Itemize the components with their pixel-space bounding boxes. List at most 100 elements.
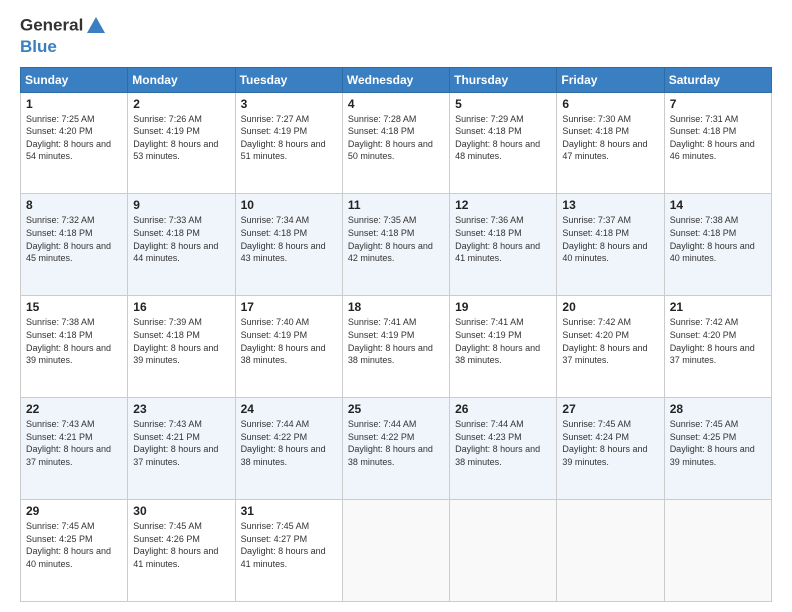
calendar-week-4: 22 Sunrise: 7:43 AMSunset: 4:21 PMDayligh… — [21, 398, 772, 500]
calendar-cell: 22 Sunrise: 7:43 AMSunset: 4:21 PMDayligh… — [21, 398, 128, 500]
logo-blue: Blue — [20, 37, 109, 57]
day-number: 24 — [241, 402, 337, 416]
day-info: Sunrise: 7:33 AMSunset: 4:18 PMDaylight:… — [133, 215, 218, 263]
calendar-header-row: SundayMondayTuesdayWednesdayThursdayFrid… — [21, 67, 772, 92]
calendar-cell — [342, 500, 449, 602]
calendar-cell: 4Sunrise: 7:28 AMSunset: 4:18 PMDaylight… — [342, 92, 449, 194]
day-info: Sunrise: 7:45 AMSunset: 4:27 PMDaylight:… — [241, 521, 326, 569]
day-info: Sunrise: 7:30 AMSunset: 4:18 PMDaylight:… — [562, 114, 647, 162]
day-info: Sunrise: 7:44 AMSunset: 4:23 PMDaylight:… — [455, 419, 540, 467]
day-info: Sunrise: 7:42 AMSunset: 4:20 PMDaylight:… — [670, 317, 755, 365]
day-number: 1 — [26, 97, 122, 111]
calendar-cell: 5Sunrise: 7:29 AMSunset: 4:18 PMDaylight… — [450, 92, 557, 194]
day-number: 9 — [133, 198, 229, 212]
day-info: Sunrise: 7:44 AMSunset: 4:22 PMDaylight:… — [241, 419, 326, 467]
day-number: 27 — [562, 402, 658, 416]
calendar-cell: 28Sunrise: 7:45 AMSunset: 4:25 PMDayligh… — [664, 398, 771, 500]
day-info: Sunrise: 7:43 AMSunset: 4:21 PMDaylight:… — [26, 419, 111, 467]
day-number: 12 — [455, 198, 551, 212]
calendar-cell: 31 Sunrise: 7:45 AMSunset: 4:27 PMDayligh… — [235, 500, 342, 602]
day-number: 26 — [455, 402, 551, 416]
day-number: 2 — [133, 97, 229, 111]
day-number: 19 — [455, 300, 551, 314]
calendar-cell: 25 Sunrise: 7:44 AMSunset: 4:22 PMDayligh… — [342, 398, 449, 500]
calendar-week-5: 29Sunrise: 7:45 AMSunset: 4:25 PMDayligh… — [21, 500, 772, 602]
day-info: Sunrise: 7:40 AMSunset: 4:19 PMDaylight:… — [241, 317, 326, 365]
calendar: SundayMondayTuesdayWednesdayThursdayFrid… — [20, 67, 772, 602]
day-number: 20 — [562, 300, 658, 314]
day-info: Sunrise: 7:43 AMSunset: 4:21 PMDaylight:… — [133, 419, 218, 467]
calendar-cell: 11 Sunrise: 7:35 AMSunset: 4:18 PMDayligh… — [342, 194, 449, 296]
day-number: 30 — [133, 504, 229, 518]
calendar-cell: 16 Sunrise: 7:39 AMSunset: 4:18 PMDayligh… — [128, 296, 235, 398]
day-number: 10 — [241, 198, 337, 212]
calendar-cell — [450, 500, 557, 602]
calendar-cell: 18Sunrise: 7:41 AMSunset: 4:19 PMDayligh… — [342, 296, 449, 398]
day-info: Sunrise: 7:44 AMSunset: 4:22 PMDaylight:… — [348, 419, 433, 467]
calendar-cell: 3Sunrise: 7:27 AMSunset: 4:19 PMDaylight… — [235, 92, 342, 194]
calendar-cell: 2 Sunrise: 7:26 AMSunset: 4:19 PMDaylight… — [128, 92, 235, 194]
calendar-cell: 21Sunrise: 7:42 AMSunset: 4:20 PMDayligh… — [664, 296, 771, 398]
page: General Blue SundayMondayTuesdayWednesda… — [0, 0, 792, 612]
day-info: Sunrise: 7:45 AMSunset: 4:24 PMDaylight:… — [562, 419, 647, 467]
calendar-week-2: 8 Sunrise: 7:32 AMSunset: 4:18 PMDaylight… — [21, 194, 772, 296]
logo-icon — [85, 15, 107, 37]
calendar-cell: 19Sunrise: 7:41 AMSunset: 4:19 PMDayligh… — [450, 296, 557, 398]
day-info: Sunrise: 7:37 AMSunset: 4:18 PMDaylight:… — [562, 215, 647, 263]
day-number: 23 — [133, 402, 229, 416]
calendar-cell: 6 Sunrise: 7:30 AMSunset: 4:18 PMDaylight… — [557, 92, 664, 194]
day-number: 6 — [562, 97, 658, 111]
calendar-cell: 14 Sunrise: 7:38 AMSunset: 4:18 PMDayligh… — [664, 194, 771, 296]
calendar-cell: 29Sunrise: 7:45 AMSunset: 4:25 PMDayligh… — [21, 500, 128, 602]
day-number: 15 — [26, 300, 122, 314]
day-info: Sunrise: 7:32 AMSunset: 4:18 PMDaylight:… — [26, 215, 111, 263]
day-info: Sunrise: 7:29 AMSunset: 4:18 PMDaylight:… — [455, 114, 540, 162]
day-number: 18 — [348, 300, 444, 314]
calendar-header-monday: Monday — [128, 67, 235, 92]
day-number: 22 — [26, 402, 122, 416]
calendar-cell: 8 Sunrise: 7:32 AMSunset: 4:18 PMDaylight… — [21, 194, 128, 296]
day-info: Sunrise: 7:38 AMSunset: 4:18 PMDaylight:… — [26, 317, 111, 365]
day-info: Sunrise: 7:38 AMSunset: 4:18 PMDaylight:… — [670, 215, 755, 263]
day-number: 28 — [670, 402, 766, 416]
calendar-cell: 7Sunrise: 7:31 AMSunset: 4:18 PMDaylight… — [664, 92, 771, 194]
calendar-week-1: 1 Sunrise: 7:25 AMSunset: 4:20 PMDaylight… — [21, 92, 772, 194]
day-number: 13 — [562, 198, 658, 212]
calendar-cell: 10 Sunrise: 7:34 AMSunset: 4:18 PMDayligh… — [235, 194, 342, 296]
calendar-cell — [664, 500, 771, 602]
calendar-header-sunday: Sunday — [21, 67, 128, 92]
day-info: Sunrise: 7:45 AMSunset: 4:26 PMDaylight:… — [133, 521, 218, 569]
day-info: Sunrise: 7:28 AMSunset: 4:18 PMDaylight:… — [348, 114, 433, 162]
day-info: Sunrise: 7:35 AMSunset: 4:18 PMDaylight:… — [348, 215, 433, 263]
calendar-header-wednesday: Wednesday — [342, 67, 449, 92]
calendar-cell: 24 Sunrise: 7:44 AMSunset: 4:22 PMDayligh… — [235, 398, 342, 500]
day-number: 25 — [348, 402, 444, 416]
calendar-cell: 26 Sunrise: 7:44 AMSunset: 4:23 PMDayligh… — [450, 398, 557, 500]
day-number: 16 — [133, 300, 229, 314]
calendar-header-saturday: Saturday — [664, 67, 771, 92]
calendar-cell: 9 Sunrise: 7:33 AMSunset: 4:18 PMDaylight… — [128, 194, 235, 296]
day-info: Sunrise: 7:39 AMSunset: 4:18 PMDaylight:… — [133, 317, 218, 365]
calendar-cell: 20 Sunrise: 7:42 AMSunset: 4:20 PMDayligh… — [557, 296, 664, 398]
day-info: Sunrise: 7:34 AMSunset: 4:18 PMDaylight:… — [241, 215, 326, 263]
day-info: Sunrise: 7:42 AMSunset: 4:20 PMDaylight:… — [562, 317, 647, 365]
day-info: Sunrise: 7:31 AMSunset: 4:18 PMDaylight:… — [670, 114, 755, 162]
calendar-cell: 15 Sunrise: 7:38 AMSunset: 4:18 PMDayligh… — [21, 296, 128, 398]
header: General Blue — [20, 15, 772, 57]
day-info: Sunrise: 7:45 AMSunset: 4:25 PMDaylight:… — [26, 521, 111, 569]
day-number: 17 — [241, 300, 337, 314]
logo: General Blue — [20, 15, 109, 57]
calendar-header-thursday: Thursday — [450, 67, 557, 92]
day-info: Sunrise: 7:26 AMSunset: 4:19 PMDaylight:… — [133, 114, 218, 162]
calendar-header-tuesday: Tuesday — [235, 67, 342, 92]
calendar-cell: 12 Sunrise: 7:36 AMSunset: 4:18 PMDayligh… — [450, 194, 557, 296]
day-number: 8 — [26, 198, 122, 212]
calendar-cell: 27 Sunrise: 7:45 AMSunset: 4:24 PMDayligh… — [557, 398, 664, 500]
day-number: 11 — [348, 198, 444, 212]
logo-general: General — [20, 15, 83, 34]
day-number: 31 — [241, 504, 337, 518]
day-number: 14 — [670, 198, 766, 212]
day-info: Sunrise: 7:36 AMSunset: 4:18 PMDaylight:… — [455, 215, 540, 263]
day-info: Sunrise: 7:25 AMSunset: 4:20 PMDaylight:… — [26, 114, 111, 162]
calendar-cell: 13 Sunrise: 7:37 AMSunset: 4:18 PMDayligh… — [557, 194, 664, 296]
